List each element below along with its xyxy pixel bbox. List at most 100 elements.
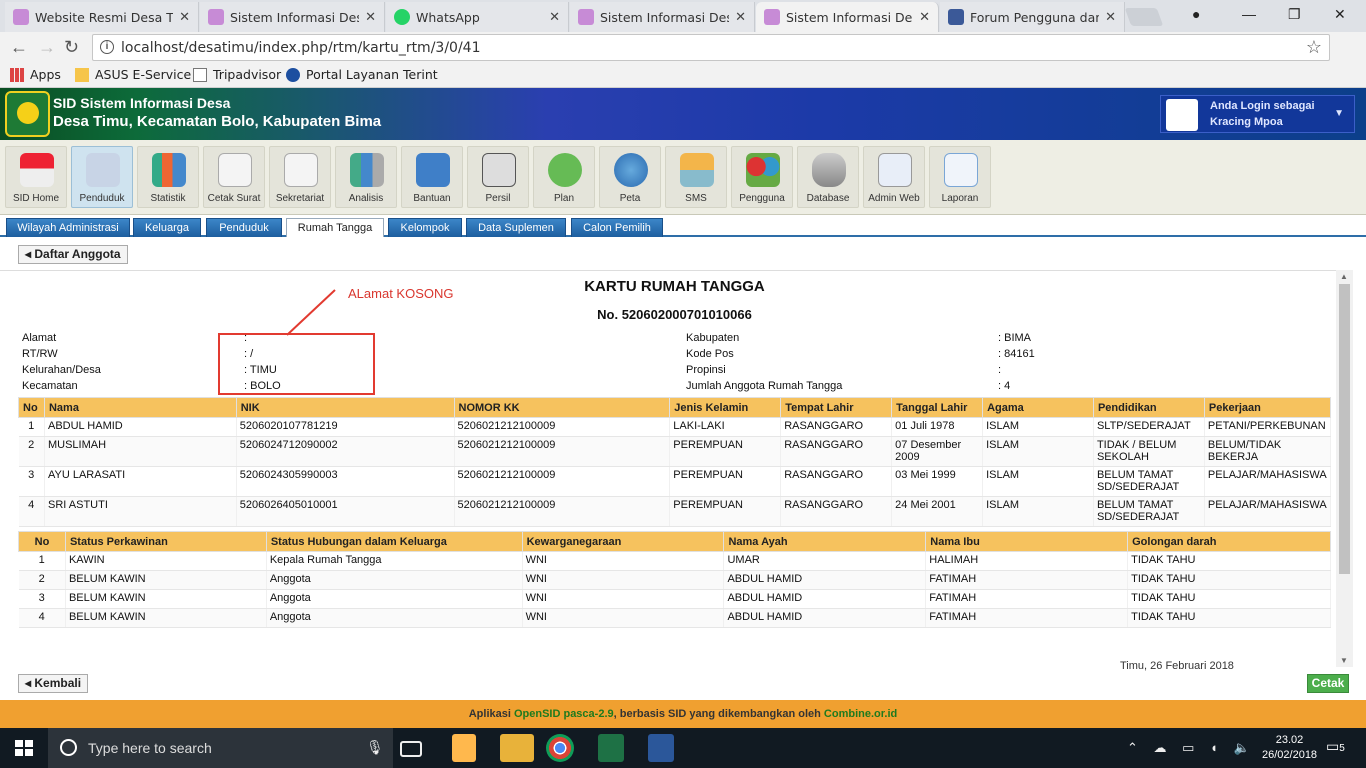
table-cell: PEREMPUAN [669, 436, 782, 467]
bookmark-apps[interactable]: Apps [10, 67, 61, 82]
microphone-icon[interactable]: 🎙 [366, 739, 384, 756]
tab-calon-pemilih[interactable]: Calon Pemilih [571, 218, 663, 237]
bookmark-tripadvisor[interactable]: Tripadvisor [193, 67, 281, 82]
kembali-button[interactable]: ◂ Kembali [18, 674, 88, 693]
bookmark-portal[interactable]: Portal Layanan Terint [286, 67, 438, 82]
minimize-button[interactable]: — [1242, 6, 1256, 22]
signature-date: Timu, 26 Februari 2018 [1120, 660, 1234, 672]
chrome-icon[interactable] [546, 734, 574, 762]
module-sid-home[interactable]: SID Home [5, 146, 67, 208]
word-icon[interactable] [648, 734, 674, 762]
close-window-button[interactable]: ✕ [1334, 6, 1346, 23]
close-tab-icon[interactable]: ✕ [549, 10, 560, 25]
module-statistik[interactable]: Statistik [137, 146, 199, 208]
module-label: Penduduk [79, 193, 125, 204]
table-cell: AYU LARASATI [44, 466, 237, 497]
profile-icon[interactable]: ● [1192, 6, 1200, 22]
table-cell: FATIMAH [925, 589, 1129, 609]
browser-tab[interactable]: Sistem Informasi Desa ✕ [570, 2, 755, 32]
avatar [1166, 99, 1198, 131]
task-view-icon[interactable] [400, 741, 422, 757]
module-plan[interactable]: Plan [533, 146, 595, 208]
info-icon[interactable]: i [100, 40, 114, 54]
module-label: Persil [485, 193, 511, 204]
footer: Aplikasi OpenSID pasca-2.9, berbasis SID… [0, 700, 1366, 728]
module-analisis[interactable]: Analisis [335, 146, 397, 208]
table-cell: WNI [522, 570, 725, 590]
user-menu[interactable]: Anda Login sebagai Kracing Mpoa ▼ [1160, 95, 1355, 133]
file-explorer-icon[interactable] [500, 734, 534, 762]
new-tab-button[interactable] [1124, 8, 1164, 26]
tab-title: Sistem Informasi Desa [786, 9, 914, 25]
table-cell: KAWIN [65, 551, 267, 571]
app-icon[interactable] [452, 734, 476, 762]
vertical-scrollbar[interactable]: ▲ ▼ [1336, 270, 1353, 667]
module-cetak-surat[interactable]: Cetak Surat [203, 146, 265, 208]
location-title: Desa Timu, Kecamatan Bolo, Kabupaten Bim… [53, 113, 382, 130]
browser-tab[interactable]: Forum Pengguna dan P ✕ [940, 2, 1125, 32]
module-penduduk[interactable]: Penduduk [71, 146, 133, 208]
cetak-button[interactable]: Cetak [1307, 674, 1349, 693]
status-table: No Status Perkawinan Status Hubungan dal… [18, 531, 1331, 628]
scroll-thumb[interactable] [1339, 284, 1350, 574]
tab-kelompok[interactable]: Kelompok [388, 218, 462, 237]
close-tab-icon[interactable]: ✕ [735, 10, 746, 25]
url-text[interactable]: localhost/desatimu/index.php/rtm/kartu_r… [121, 40, 480, 56]
table-cell: LAKI-LAKI [669, 417, 782, 437]
table-row: 3 AYU LARASATI 5206024305990003 52060212121… [18, 466, 1332, 497]
scroll-down-icon[interactable]: ▼ [1340, 656, 1348, 665]
members-table: No Nama NIK NOMOR KK Jenis Kelamin Tempa… [18, 397, 1332, 527]
module-persil[interactable]: Persil [467, 146, 529, 208]
tab-rumah-tangga[interactable]: Rumah Tangga [286, 218, 384, 237]
table-cell: PEREMPUAN [669, 466, 782, 497]
table-cell: RASANGGARO [780, 466, 893, 497]
module-bantuan[interactable]: Bantuan [401, 146, 463, 208]
people-icon [86, 153, 120, 187]
browser-tab-active[interactable]: Sistem Informasi Desa ✕ [756, 2, 939, 32]
close-tab-icon[interactable]: ✕ [919, 10, 930, 25]
chevron-down-icon[interactable]: ▼ [1334, 108, 1344, 119]
address-bar[interactable]: i localhost/desatimu/index.php/rtm/kartu… [92, 34, 1330, 61]
taskbar-search[interactable]: Type here to search 🎙 [48, 728, 393, 768]
close-tab-icon[interactable]: ✕ [1105, 10, 1116, 25]
footer-org-link[interactable]: Combine.or.id [824, 708, 897, 720]
daftar-anggota-button[interactable]: ◂ Daftar Anggota [18, 245, 128, 264]
table-cell: Anggota [266, 608, 523, 628]
puzzle-favicon-icon [578, 9, 594, 25]
excel-icon[interactable] [598, 734, 624, 762]
notification-center-icon[interactable]: ▭5 [1326, 738, 1346, 758]
module-pengguna[interactable]: Pengguna [731, 146, 793, 208]
module-admin-web[interactable]: Admin Web [863, 146, 925, 208]
notification-count: 5 [1339, 743, 1345, 754]
bookmark-asus[interactable]: ASUS E-Service [75, 67, 191, 82]
page-icon [193, 67, 207, 82]
reload-icon[interactable]: ↻ [64, 37, 79, 58]
table-cell: 01 Juli 1978 [891, 417, 984, 437]
footer-app-link[interactable]: OpenSID pasca-2.9 [514, 708, 614, 720]
column-header: Nama Ibu [925, 531, 1129, 552]
module-sekretariat[interactable]: Sekretariat [269, 146, 331, 208]
forward-arrow-icon[interactable]: → [38, 37, 56, 58]
clock[interactable]: 23.02 26/02/2018 [1262, 733, 1317, 763]
system-tray[interactable]: ⌃ ☁ ▭ ◖ 🔈 [1127, 740, 1256, 756]
browser-tab[interactable]: Website Resmi Desa Tim ✕ [5, 2, 199, 32]
field-label: Propinsi [686, 364, 726, 376]
tab-wilayah[interactable]: Wilayah Administrasi [6, 218, 130, 237]
module-peta[interactable]: Peta [599, 146, 661, 208]
column-header: No [18, 531, 66, 552]
module-laporan[interactable]: Laporan [929, 146, 991, 208]
module-sms[interactable]: SMS [665, 146, 727, 208]
windows-start-icon[interactable] [15, 740, 33, 756]
tab-keluarga[interactable]: Keluarga [133, 218, 201, 237]
close-tab-icon[interactable]: ✕ [365, 10, 376, 25]
tab-data-suplemen[interactable]: Data Suplemen [466, 218, 566, 237]
back-arrow-icon[interactable]: ← [10, 37, 28, 58]
tab-penduduk[interactable]: Penduduk [206, 218, 282, 237]
close-tab-icon[interactable]: ✕ [179, 10, 190, 25]
bookmark-star-icon[interactable]: ☆ [1306, 37, 1322, 58]
browser-tab[interactable]: WhatsApp ✕ [386, 2, 569, 32]
browser-tab[interactable]: Sistem Informasi Desa ✕ [200, 2, 385, 32]
column-header: Nama [43, 397, 237, 418]
restore-button[interactable]: ❐ [1288, 6, 1301, 23]
module-database[interactable]: Database [797, 146, 859, 208]
